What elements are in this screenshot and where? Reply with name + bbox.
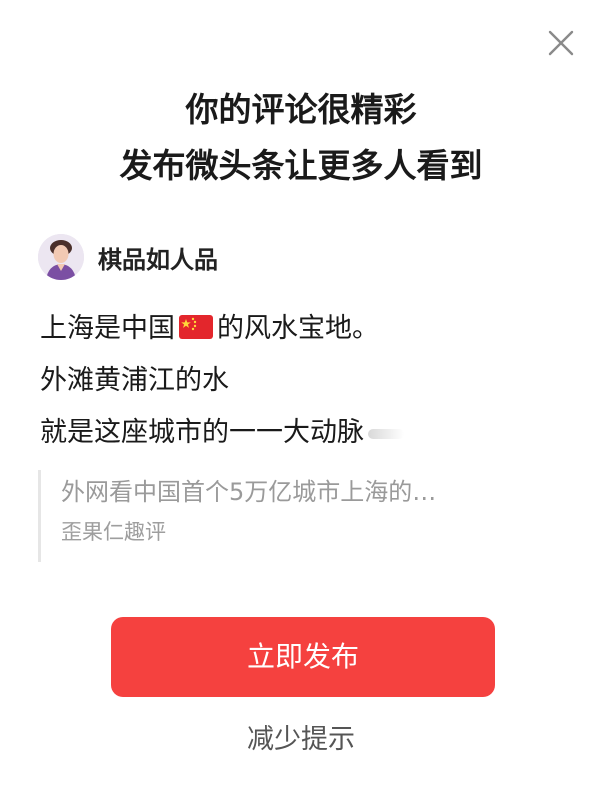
title-line-1: 你的评论很精彩	[185, 90, 417, 129]
quoted-article-source: 歪果仁趣评	[61, 520, 166, 544]
comment-line-3: 就是这座城市的一一大动脉	[40, 407, 570, 459]
avatar-image	[38, 234, 84, 280]
comment-line-1-start: 上海是中国	[40, 313, 175, 344]
avatar[interactable]	[38, 234, 84, 280]
reduce-prompts-link[interactable]: 减少提示	[0, 718, 602, 762]
close-icon[interactable]	[546, 28, 576, 58]
title-line-2: 发布微头条让更多人看到	[119, 146, 483, 185]
comment-line-3-text: 就是这座城市的一一大动脉	[40, 417, 364, 448]
close-button[interactable]	[546, 28, 576, 58]
publish-now-button[interactable]: 立即发布	[111, 617, 495, 697]
dialog-title: 你的评论很精彩 发布微头条让更多人看到	[0, 82, 602, 194]
author-row: 棋品如人品	[38, 233, 218, 281]
publish-prompt-dialog: 你的评论很精彩 发布微头条让更多人看到 棋品如人品 上海是中国 的风水宝地。 外…	[0, 0, 602, 811]
quoted-article[interactable]: 外网看中国首个5万亿城市上海的… 歪果仁趣评	[38, 470, 566, 562]
author-name[interactable]: 棋品如人品	[98, 240, 218, 275]
quoted-article-title: 外网看中国首个5万亿城市上海的…	[61, 478, 437, 506]
china-flag-icon	[179, 305, 213, 339]
comment-line-1: 上海是中国 的风水宝地。	[40, 303, 570, 355]
comment-line-1-end: 的风水宝地。	[217, 313, 379, 344]
text-fade-indicator	[368, 428, 404, 439]
comment-text: 上海是中国 的风水宝地。 外滩黄浦江的水 就是这座城市的一一大动脉	[40, 303, 570, 459]
comment-line-2: 外滩黄浦江的水	[40, 365, 229, 396]
